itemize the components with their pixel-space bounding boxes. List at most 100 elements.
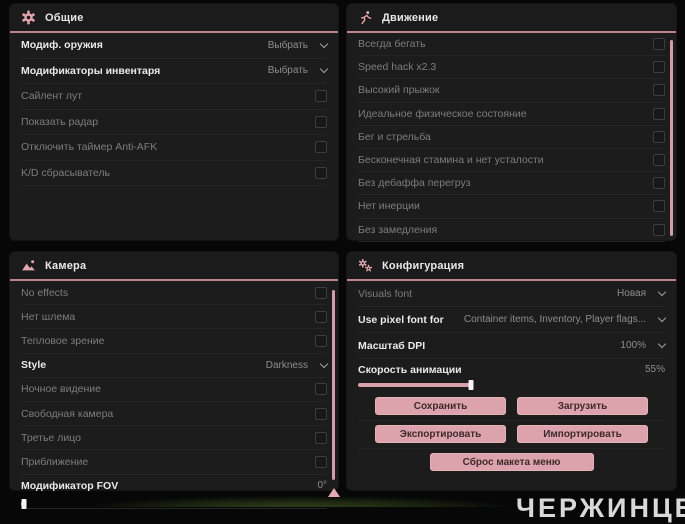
slider-value: 0° [317,479,327,491]
infinite-stamina-row[interactable]: Бесконечная стамина и нет усталости [358,149,665,173]
chevron-down-icon [657,339,667,349]
row-label: Visuals font [358,287,413,300]
chevron-down-icon [657,287,667,297]
row-label: Без замедления [358,223,438,236]
thermal-vision-row[interactable]: Тепловое зрение [21,329,327,354]
show-radar-row[interactable]: Показать радар [21,110,327,135]
kd-resetter-checkbox[interactable] [315,166,327,179]
perfect-physical-condition-checkbox[interactable] [653,107,665,120]
kd-resetter-row[interactable]: K/D сбрасыватель [21,161,327,186]
weapon-mods-dropdown[interactable]: Выбрать [268,39,329,51]
slider-value: 55% [644,364,665,375]
no-inertia-checkbox[interactable] [653,200,665,213]
row-label: Без дебаффа перегруз [358,177,471,190]
visuals-font-row: Visuals font Новая [358,281,667,307]
zoom-row[interactable]: Приближение [21,450,327,475]
panel-movement-header[interactable]: Движение [347,4,676,33]
silent-loot-checkbox[interactable] [315,90,327,103]
style-dropdown[interactable]: Darkness [265,359,329,371]
row-label: Speed hack x2.3 [358,61,437,74]
chevron-down-icon [319,359,329,368]
row-label: Тепловое зрение [21,334,105,347]
disable-anti-afk-timer-checkbox[interactable] [315,141,327,154]
row-label: Идеальное физическое состояние [358,107,527,120]
pixel-font-targets-row: Use pixel font for Container items, Inven… [358,307,667,333]
thermal-vision-checkbox[interactable] [315,334,327,347]
third-person-row[interactable]: Третье лицо [21,426,327,451]
no-overload-debuff-checkbox[interactable] [653,177,665,190]
row-label: Показать радар [21,115,99,128]
dropdown-value: Darkness [265,359,308,371]
row-label: Бег и стрельба [358,130,431,143]
row-label: Скорость анимации [358,364,462,376]
show-radar-checkbox[interactable] [315,115,327,128]
high-jump-row[interactable]: Высокий прыжок [358,79,665,103]
panel-general-header[interactable]: Общие [10,4,338,33]
row-label: Отключить таймер Anti-AFK [21,141,158,154]
infinite-stamina-checkbox[interactable] [653,154,665,167]
panel-title: Конфигурация [382,259,465,272]
import-button[interactable]: Импортировать [517,425,648,443]
night-vision-row[interactable]: Ночное видение [21,378,327,402]
no-inertia-row[interactable]: Нет инерции [358,195,665,219]
weapon-mods-row: Модиф. оружия Выбрать [21,33,329,59]
no-helmet-checkbox[interactable] [315,310,327,323]
panel-camera-header[interactable]: Камера [10,252,338,281]
row-label: Ночное видение [21,383,101,396]
load-button[interactable]: Загрузить [517,397,648,415]
night-vision-checkbox[interactable] [315,383,327,396]
panel-config: Конфигурация Visuals font Новая Use pixel … [347,252,676,490]
free-camera-checkbox[interactable] [315,407,327,420]
no-overload-debuff-row[interactable]: Без дебаффа перегруз [358,172,665,196]
row-label: Масштаб DPI [358,339,426,352]
no-slowdown-checkbox[interactable] [653,223,665,236]
button-row: Сохранить Загрузить [358,393,665,421]
animation-speed-row: Скорость анимации 55% [358,359,665,391]
row-label: Бесконечная стамина и нет усталости [358,154,544,167]
style-row: Style Darkness [21,354,329,378]
dropdown-value: Выбрать [267,65,308,77]
no-slowdown-row[interactable]: Без замедления [358,219,665,242]
row-label: Use pixel font for [358,313,444,326]
inventory-mods-dropdown[interactable]: Выбрать [267,65,329,77]
high-jump-checkbox[interactable] [653,84,665,97]
pixel-font-targets-dropdown[interactable]: Container items, Inventory, Player flags… [463,313,667,325]
animation-speed-slider[interactable] [358,380,563,390]
speed-hack-checkbox[interactable] [653,61,665,74]
no-helmet-row[interactable]: Нет шлема [21,305,327,330]
run-and-shoot-row[interactable]: Бег и стрельба [358,126,665,149]
scrollbar[interactable] [332,290,335,480]
slider-fill [358,383,471,387]
third-person-checkbox[interactable] [315,431,327,444]
silent-loot-row[interactable]: Сайлент лут [21,84,327,110]
always-run-checkbox[interactable] [653,38,665,51]
fov-modifier-slider[interactable] [21,498,325,509]
row-label: Нет инерции [358,200,420,213]
scrollbar[interactable] [670,40,673,236]
image-icon [21,258,36,273]
dropdown-value: Container items, Inventory, Player flags… [463,314,646,325]
panel-config-header[interactable]: Конфигурация [347,252,676,281]
chevron-down-icon [319,65,329,74]
reset-menu-layout-button[interactable]: Сброс макета меню [429,453,594,471]
runner-icon [358,10,373,25]
panel-general: Общие Модиф. оружия Выбрать Модификаторы и… [10,4,338,240]
always-run-row[interactable]: Всегда бегать [358,33,665,57]
dpi-scale-dropdown[interactable]: 100% [620,339,667,351]
save-button[interactable]: Сохранить [375,397,506,415]
visuals-font-dropdown[interactable]: Новая [617,287,667,299]
run-and-shoot-checkbox[interactable] [653,130,665,143]
zoom-checkbox[interactable] [315,455,327,468]
disable-anti-afk-timer-row[interactable]: Отключить таймер Anti-AFK [21,135,327,161]
slider-thumb[interactable] [468,380,474,390]
free-camera-row[interactable]: Свободная камера [21,402,327,427]
row-label: No effects [21,286,69,299]
no-effects-row[interactable]: No effects [21,281,327,306]
slider-thumb[interactable] [21,498,27,509]
speed-hack-row[interactable]: Speed hack x2.3 [358,56,665,80]
perfect-physical-condition-row[interactable]: Идеальное физическое состояние [358,103,665,126]
export-button[interactable]: Экспортировать [375,425,506,443]
row-label: K/D сбрасыватель [21,166,111,179]
panel-title: Общие [45,11,84,24]
no-effects-checkbox[interactable] [315,286,327,299]
